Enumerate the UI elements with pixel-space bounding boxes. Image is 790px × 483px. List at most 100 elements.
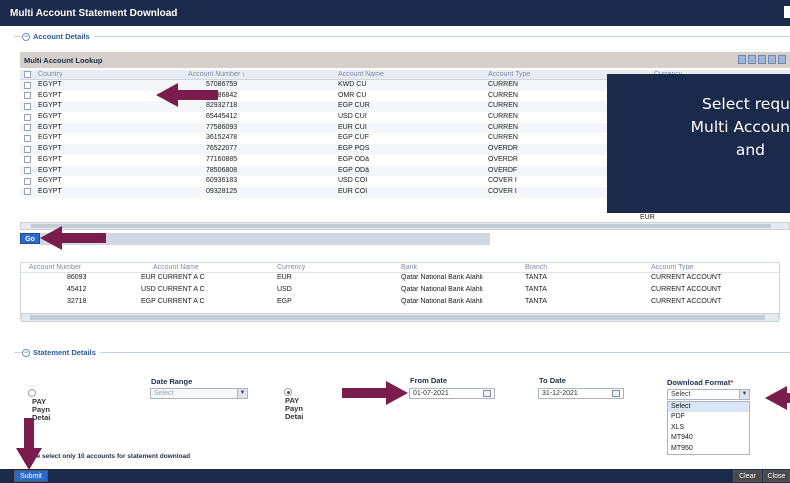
sel-col-account-name[interactable]: Account Name (153, 264, 199, 271)
refresh-icon[interactable] (758, 55, 766, 64)
window-control-icon[interactable] (784, 6, 790, 18)
cell-account-number: 36152478 (206, 134, 238, 142)
filter-icon[interactable] (748, 55, 756, 64)
submit-button[interactable]: Submit (14, 470, 48, 482)
row-checkbox[interactable] (24, 188, 31, 196)
selected-horizontal-scrollbar[interactable] (21, 313, 779, 322)
selection-limit-note: se select only 10 accounts for statement… (33, 453, 191, 460)
cell-country: EGYPT (38, 145, 62, 153)
to-date-input[interactable]: 31-12-2021 (538, 388, 624, 399)
table-row[interactable]: 45412 USD CURRENT A C USD Qatar National Ba… (21, 285, 779, 297)
date-range-select[interactable]: Select ▼ (150, 388, 248, 399)
format-option[interactable]: PDF (668, 412, 749, 422)
row-checkbox[interactable] (24, 92, 31, 100)
cell-account-number: 65445412 (206, 113, 238, 121)
format-option[interactable]: MT940 (668, 433, 749, 443)
cell-account-number: 45412 (67, 286, 87, 293)
collapse-icon[interactable]: − (22, 32, 30, 41)
cell-account-type: COVER I (488, 177, 517, 185)
cell-account-type: CURRENT ACCOUNT (651, 274, 722, 281)
format-option[interactable]: Select (668, 402, 749, 413)
chevron-down-icon: ▼ (739, 390, 749, 399)
row-checkbox[interactable] (24, 113, 31, 121)
close-button[interactable]: Close (763, 470, 790, 482)
cell-account-number: 86093 (67, 274, 87, 281)
statement-details-legend[interactable]: − Statement Details (22, 348, 100, 357)
format-option[interactable]: MT950 (668, 444, 749, 454)
print-icon[interactable] (768, 55, 776, 64)
table-row[interactable]: 32718 EGP CURRENT A C EGP Qatar National Ba… (21, 297, 779, 309)
from-date-input[interactable]: 01-07-2021 (409, 388, 495, 399)
row-checkbox[interactable] (24, 167, 31, 174)
cell-account-type: OVERDR (488, 155, 518, 163)
go-button[interactable]: Go (20, 233, 40, 244)
row-checkbox[interactable] (24, 177, 31, 185)
cell-account-type: CURREN (488, 123, 518, 131)
row-checkbox[interactable] (24, 145, 31, 153)
cell-account-name: EGP ODä (338, 155, 369, 163)
download-format-options: Select PDF XLS MT940 MT950 (667, 401, 750, 455)
overlay-line-3: and (735, 141, 765, 159)
cell-account-type: CURREN (488, 102, 518, 110)
arrow-left-icon (156, 83, 218, 107)
cell-account-type: CURRENT ACCOUNT (651, 286, 722, 293)
row-checkbox[interactable] (24, 81, 31, 89)
cell-currency: EGP (277, 298, 292, 305)
col-account-name[interactable]: Account Name (338, 71, 384, 78)
col-country[interactable]: Country (38, 71, 63, 78)
cell-account-number: 60936183 (206, 177, 238, 185)
download-format-select[interactable]: Select ▼ (667, 389, 750, 400)
cell-account-name: EGP ODä (338, 166, 369, 174)
settings-icon[interactable] (778, 55, 786, 64)
row-checkbox[interactable] (24, 124, 31, 132)
statement-details-label: Statement Details (33, 348, 96, 357)
col-account-number[interactable]: Account Number ↓ (188, 71, 246, 78)
row-checkbox[interactable] (24, 102, 31, 110)
calendar-icon[interactable] (612, 390, 620, 397)
sel-col-account-type[interactable]: Account Type (651, 264, 693, 271)
cell-account-number: 76522077 (206, 145, 238, 153)
col-account-type[interactable]: Account Type (488, 71, 530, 78)
statement-download-window: Multi Account Statement Download − Accou… (0, 0, 790, 483)
cell-country: EGYPT (38, 123, 62, 131)
account-details-divider (14, 36, 790, 37)
from-date-label: From Date (410, 376, 448, 385)
cell-country: EGYPT (38, 91, 62, 99)
table-row[interactable]: 86093 EUR CURRENT A C EUR Qatar National Ba… (21, 273, 779, 285)
footer-bar (0, 469, 790, 483)
sel-col-branch[interactable]: Branch (525, 264, 547, 271)
lookup-toolbar (738, 55, 786, 64)
sel-col-bank[interactable]: Bank (401, 264, 417, 271)
sel-col-currency[interactable]: Currency (277, 264, 305, 271)
cell-country: EGYPT (38, 134, 62, 142)
row-checkbox[interactable] (24, 134, 31, 142)
cell-account-name: EUR CUI (338, 123, 367, 131)
cell-branch: TANTA (525, 286, 547, 293)
payment-details-radio-left[interactable] (28, 389, 36, 397)
row-checkbox[interactable] (24, 156, 31, 164)
cell-currency: EUR (277, 274, 292, 281)
collapse-icon[interactable]: − (22, 348, 30, 357)
clear-button[interactable]: Clear (733, 470, 762, 482)
cell-account-number: 78506808 (206, 166, 238, 174)
cell-account-type: OVERDR (488, 145, 518, 153)
calendar-icon[interactable] (483, 390, 491, 397)
export-icon[interactable] (738, 55, 746, 64)
select-all-checkbox[interactable] (24, 71, 31, 78)
window-titlebar: Multi Account Statement Download (0, 0, 790, 26)
cell-country: EGYPT (38, 102, 62, 110)
to-date-label: To Date (539, 376, 566, 385)
download-format-label: Download Format* (667, 378, 734, 387)
format-option[interactable]: XLS (668, 423, 749, 433)
lookup-horizontal-scrollbar[interactable] (20, 222, 790, 230)
sel-col-account-number[interactable]: Account Number (29, 264, 81, 271)
payment-details-label-right: PAY Payn Detai (285, 396, 304, 421)
cell-account-type: CURREN (488, 91, 518, 99)
cell-bank: Qatar National Bank Alahli (401, 286, 483, 293)
window-title: Multi Account Statement Download (10, 8, 178, 19)
account-details-legend[interactable]: − Account Details (22, 32, 94, 41)
cell-account-number: 77586093 (206, 123, 238, 131)
payment-details-radio-right[interactable] (284, 388, 292, 396)
cell-account-type: COVER I (488, 187, 517, 195)
cell-account-type: OVERDF (488, 166, 518, 174)
